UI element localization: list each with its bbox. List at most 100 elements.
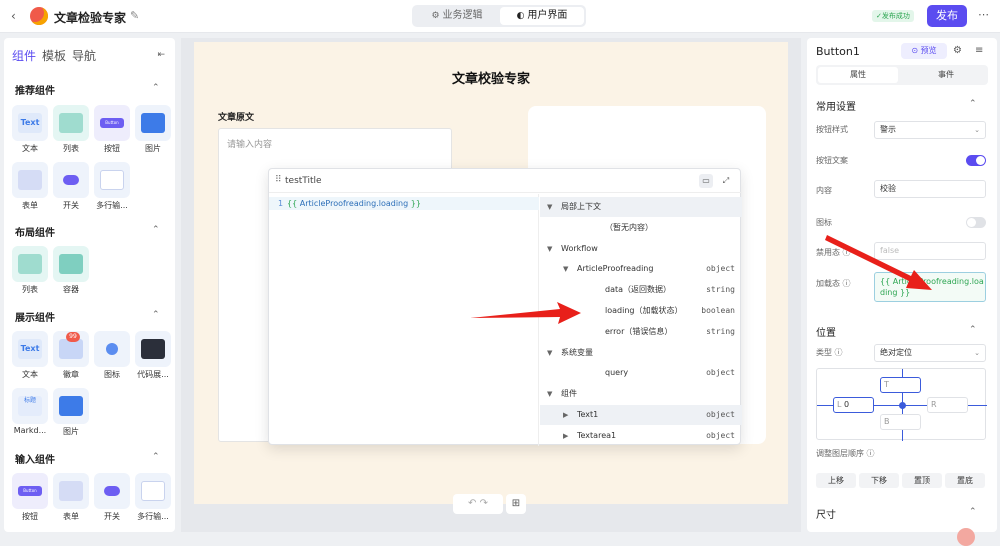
- left-input[interactable]: L 0: [833, 397, 874, 413]
- bottom-input[interactable]: B: [880, 414, 921, 430]
- tree-row[interactable]: data（返回数据） string: [540, 280, 742, 300]
- send-back-button[interactable]: 置底: [945, 473, 985, 488]
- chevron-up-icon[interactable]: ⌃: [152, 83, 160, 93]
- tree-row[interactable]: query object: [540, 363, 742, 383]
- component-markdown[interactable]: 标题: [12, 388, 48, 424]
- chevron-up-icon[interactable]: ⌃: [152, 225, 160, 235]
- move-down-button[interactable]: 下移: [859, 473, 899, 488]
- component-container[interactable]: [53, 246, 89, 282]
- caret-right-icon[interactable]: ▶: [563, 426, 568, 446]
- text-toggle[interactable]: [966, 155, 986, 166]
- gear-icon[interactable]: ⚙: [953, 45, 962, 56]
- loading-input[interactable]: {{ ArticleProofreading.loading }}: [874, 272, 986, 302]
- tree-row[interactable]: error（错误信息） string: [540, 322, 742, 342]
- info-icon: ⓘ: [842, 248, 851, 257]
- caret-down-icon[interactable]: ▼: [547, 343, 552, 363]
- list-icon[interactable]: ≡: [975, 45, 983, 56]
- section-size: 尺寸: [816, 510, 836, 521]
- component-badge[interactable]: 99: [53, 331, 89, 367]
- move-up-button[interactable]: 上移: [816, 473, 856, 488]
- undo-icon[interactable]: ↶: [468, 498, 476, 509]
- chevron-up-icon[interactable]: ⌃: [152, 452, 160, 462]
- code-line[interactable]: 1 {{ ArticleProofreading.loading }}: [269, 197, 539, 210]
- collapse-icon[interactable]: ⇤: [157, 50, 165, 60]
- position-editor: T L 0 R B: [816, 368, 987, 441]
- status-badge: ✓发布成功: [872, 10, 914, 22]
- tree-row[interactable]: ▶ Text1 object: [540, 405, 742, 425]
- edit-icon[interactable]: ✎: [130, 9, 139, 22]
- right-input[interactable]: R: [927, 397, 968, 413]
- component-input-textarea[interactable]: [135, 473, 171, 509]
- component-label: 徽章: [63, 370, 79, 379]
- component-input-form[interactable]: [53, 473, 89, 509]
- position-type-select[interactable]: 绝对定位 ⌄: [874, 344, 986, 362]
- component-icon[interactable]: [94, 331, 130, 367]
- info-icon: ⓘ: [834, 348, 843, 357]
- save-icon[interactable]: ⊞: [506, 494, 526, 514]
- panel-toggle-icon[interactable]: ▭: [699, 174, 713, 188]
- disabled-input[interactable]: false: [874, 242, 986, 260]
- component-input-switch[interactable]: [94, 473, 130, 509]
- tab-user-interface[interactable]: ◐ 用户界面: [500, 7, 584, 25]
- caret-down-icon[interactable]: ▼: [547, 197, 552, 217]
- icon-toggle[interactable]: [966, 217, 986, 228]
- caret-down-icon[interactable]: ▼: [563, 259, 568, 279]
- list-icon: [18, 254, 42, 274]
- component-button[interactable]: Button: [94, 105, 130, 141]
- component-label: 多行输...: [96, 201, 128, 210]
- component-textarea[interactable]: [94, 162, 130, 198]
- tree-row[interactable]: loading（加载状态） boolean: [540, 301, 742, 321]
- style-select[interactable]: 警示 ⌄: [874, 121, 986, 139]
- component-code[interactable]: [135, 331, 171, 367]
- chevron-up-icon[interactable]: ⌃: [969, 99, 977, 109]
- content-label: 内容: [816, 186, 832, 195]
- tree-row[interactable]: ▼ 组件: [540, 384, 742, 404]
- drag-handle-icon[interactable]: ⠿: [275, 175, 282, 185]
- expand-icon[interactable]: ⤢: [719, 174, 733, 188]
- style-label: 按钮样式: [816, 125, 848, 134]
- redo-icon[interactable]: ↷: [480, 498, 488, 509]
- tab-properties[interactable]: 属性: [818, 67, 898, 83]
- component-display-image[interactable]: [53, 388, 89, 424]
- caret-down-icon[interactable]: ▼: [547, 239, 552, 259]
- tree-row[interactable]: ▼ 系统变量: [540, 343, 742, 363]
- preview-button[interactable]: ⊙ 预览: [901, 43, 947, 59]
- tab-components[interactable]: 组件: [12, 49, 36, 63]
- publish-button[interactable]: 发布: [927, 5, 967, 27]
- component-form[interactable]: [12, 162, 48, 198]
- tab-navigation[interactable]: 导航: [72, 49, 96, 63]
- list-icon: [59, 113, 83, 133]
- assistant-avatar[interactable]: [957, 528, 975, 546]
- more-icon[interactable]: ⋯: [978, 8, 989, 21]
- chevron-up-icon[interactable]: ⌃: [969, 507, 977, 517]
- back-icon[interactable]: ‹: [11, 9, 16, 23]
- component-display-text[interactable]: Text: [12, 331, 48, 367]
- component-list[interactable]: [53, 105, 89, 141]
- component-text[interactable]: Text: [12, 105, 48, 141]
- tab-business-logic[interactable]: ⚙ 业务逻辑: [415, 7, 499, 25]
- page-title[interactable]: 文章校验专家: [194, 68, 788, 87]
- tree-row[interactable]: ▶ Textarea1 object: [540, 426, 742, 446]
- code-editor[interactable]: 1 {{ ArticleProofreading.loading }}: [269, 194, 539, 446]
- tree-row[interactable]: ▼ ArticleProofreading object: [540, 259, 742, 279]
- content-input[interactable]: 校验: [874, 180, 986, 198]
- chevron-up-icon[interactable]: ⌃: [152, 310, 160, 320]
- bring-front-button[interactable]: 置顶: [902, 473, 942, 488]
- top-input[interactable]: T: [880, 377, 921, 393]
- article-label[interactable]: 文章原文: [218, 110, 254, 123]
- textarea-icon: [100, 170, 124, 190]
- chevron-up-icon[interactable]: ⌃: [969, 325, 977, 335]
- toggle-knob: [967, 218, 976, 227]
- component-layout-list[interactable]: [12, 246, 48, 282]
- tree-row[interactable]: ▼ 局部上下文: [540, 197, 742, 217]
- component-input-button[interactable]: Button: [12, 473, 48, 509]
- tree-row[interactable]: ▼ Workflow: [540, 239, 742, 259]
- component-switch[interactable]: [53, 162, 89, 198]
- component-image[interactable]: [135, 105, 171, 141]
- tab-templates[interactable]: 模板: [42, 49, 66, 63]
- tree-row[interactable]: （暂无内容）: [540, 218, 742, 238]
- caret-right-icon[interactable]: ▶: [563, 405, 568, 425]
- eye-icon: ⊙: [911, 46, 921, 55]
- caret-down-icon[interactable]: ▼: [547, 384, 552, 404]
- tab-events[interactable]: 事件: [906, 67, 986, 83]
